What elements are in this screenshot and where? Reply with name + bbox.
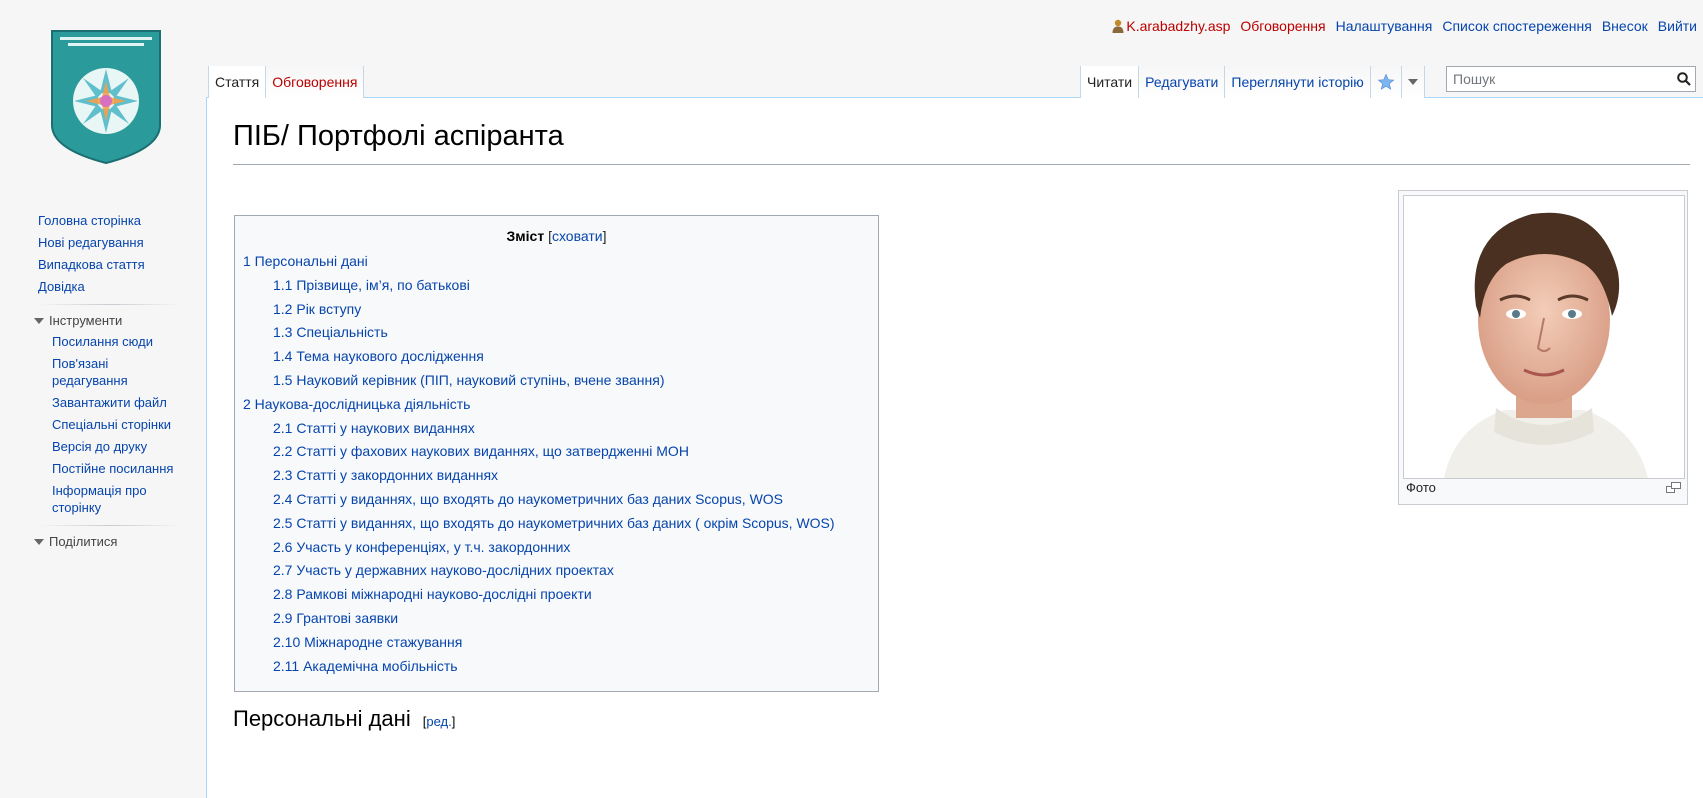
- more-actions-button[interactable]: [1401, 66, 1425, 98]
- toc-item[interactable]: 2 Наукова-дослідницька діяльність: [235, 393, 878, 417]
- sidebar-item-help[interactable]: Довідка: [0, 276, 200, 298]
- sidebar-item-what-links-here[interactable]: Посилання сюди: [0, 331, 200, 353]
- photo-thumbnail: Фото: [1398, 190, 1688, 505]
- toc-item[interactable]: 1.3 Спеціальність: [235, 321, 878, 345]
- content-area: ПІБ/ Портфолі аспіранта Зміст [сховати] …: [206, 97, 1703, 798]
- sidebar-item-printable-version[interactable]: Версія до друку: [0, 436, 200, 458]
- toc-item[interactable]: 1.5 Науковий керівник (ПІП, науковий сту…: [235, 369, 878, 393]
- toc-list: 1 Персональні дані 1.1 Прізвище, ім’я, по…: [235, 250, 878, 678]
- portrait-photo[interactable]: [1403, 195, 1685, 479]
- logout-link[interactable]: Вийти: [1658, 18, 1697, 34]
- title-divider: [233, 164, 1690, 165]
- university-emblem-icon: [51, 30, 161, 165]
- view-tabs: Читати Редагувати Переглянути історію: [1080, 66, 1425, 98]
- site-logo[interactable]: [50, 29, 162, 165]
- triangle-down-icon: [34, 318, 44, 324]
- toc-item[interactable]: 2.1 Статті у наукових виданнях: [235, 417, 878, 441]
- sidebar: Головна сторінка Нові редагування Випадк…: [0, 210, 200, 552]
- toc-header: Зміст [сховати]: [506, 228, 607, 244]
- tab-discussion[interactable]: Обговорення: [266, 66, 365, 98]
- tools-toggle[interactable]: Інструменти: [0, 311, 200, 331]
- username: K.arabadzhy.asp: [1126, 18, 1231, 34]
- section-edit-link[interactable]: ред.: [426, 714, 451, 729]
- chevron-down-icon: [1407, 79, 1418, 85]
- namespace-tabs: Стаття Обговорення: [208, 66, 365, 98]
- sidebar-divider: [38, 304, 182, 305]
- toc-item[interactable]: 2.8 Рамкові міжнародні науково-дослідні …: [235, 583, 878, 607]
- sidebar-item-related-changes[interactable]: Пов'язані редагування: [0, 353, 200, 392]
- toc-title: Зміст: [506, 228, 545, 244]
- sidebar-item-main-page[interactable]: Головна сторінка: [0, 210, 200, 232]
- user-link[interactable]: K.arabadzhy.asp: [1112, 18, 1230, 34]
- tab-read[interactable]: Читати: [1080, 66, 1140, 98]
- user-talk-link[interactable]: Обговорення: [1240, 18, 1325, 34]
- toc-item[interactable]: 1.4 Тема наукового дослідження: [235, 345, 878, 369]
- section-edit: [ред.]: [422, 714, 456, 729]
- toc-item[interactable]: 2.10 Міжнародне стажування: [235, 631, 878, 655]
- search-button[interactable]: [1673, 68, 1695, 90]
- toc-item[interactable]: 2.11 Академічна мобільність: [235, 655, 878, 679]
- star-icon: [1377, 73, 1395, 90]
- tab-article[interactable]: Стаття: [208, 66, 267, 98]
- user-icon: [1112, 19, 1124, 33]
- portrait-image: [1404, 196, 1684, 478]
- triangle-down-icon: [34, 539, 44, 545]
- sidebar-item-permanent-link[interactable]: Постійне посилання: [0, 458, 200, 480]
- sidebar-item-upload-file[interactable]: Завантажити файл: [0, 392, 200, 414]
- toc-item[interactable]: 1.1 Прізвище, ім’я, по батькові: [235, 274, 878, 298]
- search-icon: [1677, 72, 1691, 86]
- search-box: [1446, 66, 1696, 92]
- tab-edit[interactable]: Редагувати: [1139, 66, 1226, 98]
- watchlist-link[interactable]: Список спостереження: [1442, 18, 1592, 34]
- section-heading-text: Персональні дані: [233, 706, 411, 731]
- toc-item[interactable]: 2.5 Статті у виданнях, що входять до нау…: [235, 512, 878, 536]
- photo-caption: Фото: [1406, 480, 1436, 495]
- toc-item[interactable]: 2.2 Статті у фахових наукових виданнях, …: [235, 440, 878, 464]
- search-input[interactable]: [1447, 70, 1673, 88]
- share-heading: Поділитися: [49, 534, 118, 549]
- sidebar-item-special-pages[interactable]: Спеціальні сторінки: [0, 414, 200, 436]
- table-of-contents: Зміст [сховати] 1 Персональні дані 1.1 Пр…: [234, 215, 879, 692]
- sidebar-item-recent-changes[interactable]: Нові редагування: [0, 232, 200, 254]
- toc-item[interactable]: 2.9 Грантові заявки: [235, 607, 878, 631]
- sidebar-item-page-info[interactable]: Інформація про сторінку: [0, 480, 200, 519]
- toc-item[interactable]: 2.6 Участь у конференціях, у т.ч. закорд…: [235, 536, 878, 560]
- sidebar-divider: [38, 525, 182, 526]
- toc-item[interactable]: 2.7 Участь у державних науково-дослідних…: [235, 559, 878, 583]
- toc-toggle-link[interactable]: сховати: [552, 228, 603, 244]
- personal-tools: K.arabadzhy.asp Обговорення Налаштування…: [1112, 18, 1697, 34]
- enlarge-icon[interactable]: [1666, 482, 1681, 493]
- share-toggle[interactable]: Поділитися: [0, 532, 200, 552]
- tools-heading: Інструменти: [49, 313, 123, 328]
- section-heading: Персональні дані [ред.]: [233, 706, 455, 732]
- toc-item[interactable]: 2.4 Статті у виданнях, що входять до нау…: [235, 488, 878, 512]
- toc-item[interactable]: 1 Персональні дані: [235, 250, 878, 274]
- watch-star-button[interactable]: [1370, 66, 1402, 98]
- tab-view-history[interactable]: Переглянути історію: [1225, 66, 1371, 98]
- preferences-link[interactable]: Налаштування: [1336, 18, 1433, 34]
- page-title: ПІБ/ Портфолі аспіранта: [233, 120, 564, 152]
- toc-item[interactable]: 1.2 Рік вступу: [235, 298, 878, 322]
- sidebar-item-random-article[interactable]: Випадкова стаття: [0, 254, 200, 276]
- toc-item[interactable]: 2.3 Статті у закордонних виданнях: [235, 464, 878, 488]
- contributions-link[interactable]: Внесок: [1602, 18, 1648, 34]
